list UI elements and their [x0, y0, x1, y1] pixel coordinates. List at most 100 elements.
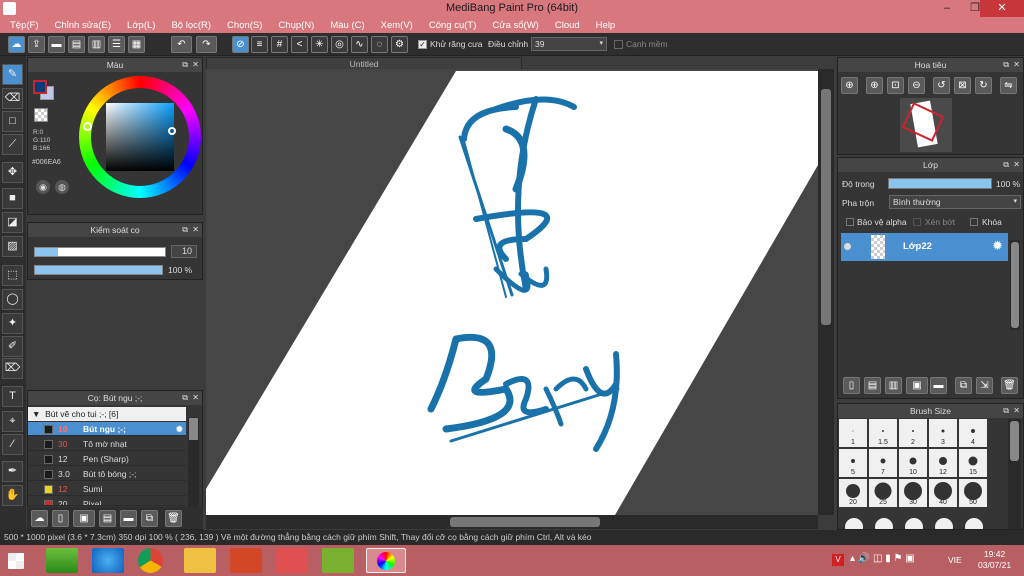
- zoom-in-icon[interactable]: ⊕: [866, 77, 883, 94]
- rectangle-tool-icon[interactable]: □: [2, 111, 23, 132]
- rotate-left-icon[interactable]: ↺: [933, 77, 950, 94]
- brush-folder-icon[interactable]: ▬: [120, 510, 137, 527]
- lasso-tool-icon[interactable]: ◯: [2, 289, 23, 310]
- hue-ring[interactable]: [79, 76, 201, 198]
- float-icon[interactable]: ⧉: [1003, 58, 1009, 72]
- brush-size-swatch[interactable]: 30: [899, 479, 927, 507]
- gradient-tool-icon[interactable]: ▨: [2, 236, 23, 257]
- internet-explorer-icon[interactable]: [92, 548, 124, 573]
- list-item[interactable]: 10 Bút ngu ;-; ✹: [28, 422, 186, 436]
- line-tool-icon[interactable]: ⟋: [2, 134, 23, 155]
- app-icon[interactable]: [322, 548, 354, 573]
- palette-icon[interactable]: ◉: [36, 180, 50, 194]
- snap-perspective-icon[interactable]: <: [291, 36, 308, 53]
- merge-layer-icon[interactable]: ⇲: [976, 377, 993, 394]
- layer-visibility-icon[interactable]: [844, 243, 851, 250]
- brush-size-swatch[interactable]: 4: [959, 419, 987, 447]
- language-indicator[interactable]: VIE: [948, 555, 962, 565]
- snap-circle-icon[interactable]: ◎: [331, 36, 348, 53]
- layer-settings-icon[interactable]: ✹: [992, 238, 1003, 254]
- start-icon[interactable]: [8, 553, 24, 569]
- panel-close-icon[interactable]: ✕: [192, 223, 199, 237]
- eraser-tool-icon[interactable]: ⌫: [2, 88, 23, 109]
- select-eraser-icon[interactable]: ⌦: [2, 358, 23, 379]
- flip-icon[interactable]: ⇋: [1000, 77, 1017, 94]
- snap-grid-icon[interactable]: #: [271, 36, 288, 53]
- layer-scrollbar[interactable]: [1010, 240, 1020, 330]
- adjust-dropdown[interactable]: 39 ▾: [531, 37, 607, 51]
- powerpoint-icon[interactable]: [230, 548, 262, 573]
- text-tool-icon[interactable]: T: [2, 386, 23, 407]
- protect-alpha-checkbox[interactable]: [846, 218, 854, 226]
- list-icon[interactable]: ☰: [108, 36, 125, 53]
- snap-parallel-icon[interactable]: ≡: [251, 36, 268, 53]
- grid-icon[interactable]: ▦: [128, 36, 145, 53]
- brush-size-swatch[interactable]: 7: [869, 449, 897, 477]
- bluestacks-icon[interactable]: [46, 548, 78, 573]
- brush-settings-icon[interactable]: ✹: [176, 422, 183, 436]
- new-layer-icon[interactable]: ▯: [843, 377, 860, 394]
- rotate-right-icon[interactable]: ↻: [975, 77, 992, 94]
- brush-size-swatch[interactable]: 3: [929, 419, 957, 447]
- float-icon[interactable]: ⧉: [1003, 158, 1009, 172]
- panel-close-icon[interactable]: ✕: [1013, 404, 1020, 418]
- select-pen-icon[interactable]: ✐: [2, 336, 23, 357]
- snap-radial-icon[interactable]: ✳: [311, 36, 328, 53]
- move-tool-icon[interactable]: ✥: [2, 162, 23, 183]
- chrome-icon[interactable]: [138, 548, 163, 573]
- snap-off-icon[interactable]: ⊘: [232, 36, 249, 53]
- cloud-icon[interactable]: ☁: [8, 36, 25, 53]
- menu-file[interactable]: Tệp(F): [2, 20, 47, 31]
- transparent-swatch[interactable]: [34, 108, 48, 122]
- fill-rect-icon[interactable]: ■: [2, 188, 23, 209]
- menu-tools[interactable]: Công cụ(T): [421, 20, 485, 31]
- duplicate-layer-icon[interactable]: ⧉: [955, 377, 972, 394]
- brush-size-swatch[interactable]: 15: [959, 449, 987, 477]
- menu-select[interactable]: Chọn(S): [219, 20, 270, 31]
- saturation-value-square[interactable]: [106, 103, 174, 171]
- list-item[interactable]: 12 Sumi: [28, 482, 186, 496]
- brush-size-slider[interactable]: [34, 247, 166, 257]
- layer-name[interactable]: Lớp22: [903, 241, 932, 252]
- menu-color[interactable]: Màu (C): [322, 20, 372, 31]
- panel-close-icon[interactable]: ✕: [1013, 58, 1020, 72]
- brush-delete-icon[interactable]: 🗑: [165, 510, 182, 527]
- close-button[interactable]: ✕: [980, 0, 1024, 17]
- zoom-out-icon[interactable]: ⊖: [908, 77, 925, 94]
- brush-group-header[interactable]: ▼ Bút vẽ cho tui ;-; [6]: [28, 407, 186, 421]
- brush-size-swatch[interactable]: 1: [839, 419, 867, 447]
- brush-list-scrollbar[interactable]: [188, 417, 199, 507]
- undo-icon[interactable]: ↶: [171, 36, 192, 53]
- bucket-tool-icon[interactable]: ◪: [2, 212, 23, 233]
- hue-marker[interactable]: [83, 122, 92, 131]
- canvas-vertical-scrollbar[interactable]: [818, 69, 834, 515]
- brush-size-swatch[interactable]: 50: [959, 479, 987, 507]
- float-icon[interactable]: ⧉: [1003, 404, 1009, 418]
- fit-icon[interactable]: ⊡: [887, 77, 904, 94]
- menu-help[interactable]: Help: [588, 20, 624, 31]
- float-icon[interactable]: ⧉: [182, 58, 188, 72]
- snap-ellipse-icon[interactable]: ◌: [371, 36, 388, 53]
- redo-icon[interactable]: ↷: [196, 36, 217, 53]
- layer-folder-icon[interactable]: ▬: [930, 377, 947, 394]
- antialias-checkbox[interactable]: ✓: [418, 40, 427, 49]
- color-picker-marker[interactable]: [168, 127, 176, 135]
- zoom-in-icon[interactable]: ⊕: [841, 77, 858, 94]
- dropper-tool-icon[interactable]: ✒: [2, 461, 23, 482]
- menu-snap[interactable]: Chụp(N): [270, 20, 322, 31]
- brush-size-swatch[interactable]: 25: [869, 479, 897, 507]
- app-icon[interactable]: [276, 548, 308, 573]
- menu-edit[interactable]: Chỉnh sửa(E): [47, 20, 120, 31]
- brush-size-swatch[interactable]: 5: [839, 449, 867, 477]
- smooth-checkbox[interactable]: [614, 40, 623, 49]
- panel-close-icon[interactable]: ✕: [1013, 158, 1020, 172]
- layer-opacity-slider[interactable]: [888, 178, 992, 189]
- blend-mode-dropdown[interactable]: Bình thường ▾: [889, 195, 1021, 209]
- menu-window[interactable]: Cửa sổ(W): [484, 20, 546, 31]
- navigator-preview[interactable]: [900, 98, 952, 152]
- new-halftone-layer-icon[interactable]: ▥: [885, 377, 902, 394]
- tray-icons[interactable]: ▴ 🔊 ◫ ▮ ⚑ ▣: [850, 553, 915, 564]
- canvas-horizontal-scrollbar[interactable]: [206, 515, 818, 529]
- palette-settings-icon[interactable]: ◍: [55, 180, 69, 194]
- layer-row[interactable]: Lớp22 ✹: [841, 233, 1008, 261]
